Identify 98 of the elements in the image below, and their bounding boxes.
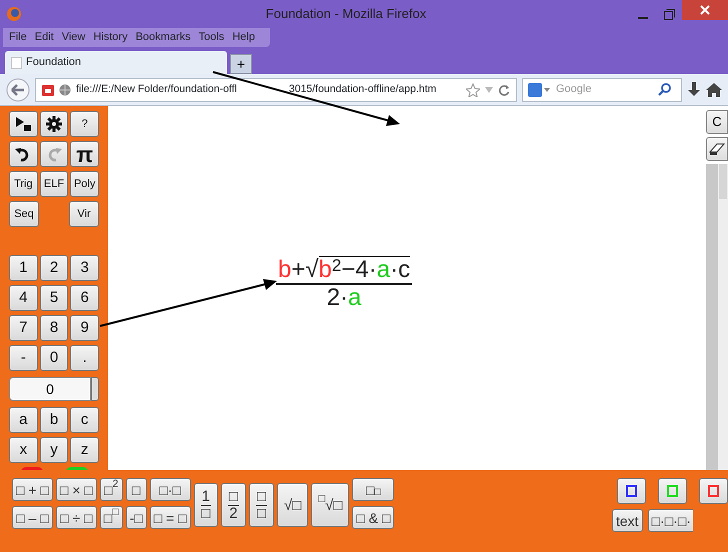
scrollbar[interactable]: [706, 164, 728, 470]
download-icon[interactable]: [687, 82, 701, 98]
menu-item[interactable]: Bookmarks: [136, 29, 191, 46]
restore-icon: [664, 8, 674, 20]
firefox-icon: [6, 6, 22, 22]
template-button[interactable]: □ ÷ □: [56, 506, 97, 529]
settings-button[interactable]: [40, 111, 68, 137]
back-icon[interactable]: [6, 78, 30, 102]
address-field[interactable]: file:///E:/New Folder/foundation-offl 3015/foundation-offline/app.htm: [35, 78, 517, 102]
template-button[interactable]: □ × □: [56, 478, 97, 501]
lock-icon: [42, 83, 54, 96]
pi-button[interactable]: π: [70, 141, 100, 167]
template-button[interactable]: □ & □: [352, 506, 394, 529]
run-icon: [15, 116, 32, 132]
keypad-key[interactable]: .: [70, 345, 100, 371]
formula-variable: b: [278, 257, 292, 284]
field-handle[interactable]: [91, 377, 99, 401]
variable-key[interactable]: b: [40, 407, 68, 433]
new-tab-button[interactable]: +: [230, 54, 252, 74]
formula-exponent: 2: [332, 257, 342, 276]
keypad-key[interactable]: 7: [9, 315, 38, 341]
template-button[interactable]: □: [126, 478, 147, 501]
formula-variable: b: [318, 257, 332, 284]
radical-sign: √: [305, 257, 319, 284]
keypad-key[interactable]: 1: [9, 255, 38, 281]
root-button[interactable]: $^{□}$√□: [311, 483, 350, 527]
search-icon[interactable]: [658, 83, 671, 96]
keypad-key[interactable]: 8: [40, 315, 68, 341]
tool-button[interactable]: ?: [70, 111, 100, 137]
text-button[interactable]: text: [612, 509, 643, 532]
menu-item[interactable]: History: [93, 29, 128, 46]
eraser-button[interactable]: [706, 137, 728, 161]
color-button[interactable]: [699, 478, 728, 504]
template-button[interactable]: □·□: [150, 478, 191, 501]
template-button[interactable]: □ – □: [12, 506, 53, 529]
keypad-key[interactable]: 6: [70, 285, 100, 311]
tool-button[interactable]: Seq: [9, 201, 39, 227]
window-title: Foundation - Mozilla Firefox: [264, 5, 428, 24]
menu-item[interactable]: Help: [232, 29, 255, 46]
close-icon: [700, 5, 710, 15]
formula-variable: a: [348, 285, 362, 312]
search-bar[interactable]: Google: [522, 78, 682, 102]
keypad-key[interactable]: 3: [70, 255, 100, 281]
formula-text: +: [291, 257, 306, 284]
search-engine-icon[interactable]: [528, 82, 550, 96]
menu-item[interactable]: Edit: [34, 29, 54, 46]
star-icon[interactable]: [466, 82, 480, 96]
template-button[interactable]: □$^{2}$: [100, 478, 123, 501]
reload-icon[interactable]: [498, 84, 510, 96]
browser-tab[interactable]: Foundation: [5, 51, 227, 74]
keypad-key[interactable]: 2: [40, 255, 68, 281]
color-button[interactable]: [617, 478, 646, 504]
close-button[interactable]: [682, 0, 728, 20]
variable-key[interactable]: c: [70, 407, 100, 433]
minimize-icon: [638, 17, 648, 19]
keypad-key[interactable]: 5: [40, 285, 68, 311]
variable-key[interactable]: y: [40, 437, 68, 463]
variable-key[interactable]: x: [9, 437, 38, 463]
globe-icon: [59, 84, 71, 96]
settings-icon: [46, 116, 62, 132]
keypad-key[interactable]: 0: [40, 345, 68, 371]
fraction-button[interactable]: 1 □: [194, 483, 218, 527]
template-button[interactable]: □ = □: [150, 506, 191, 529]
tool-button[interactable]: Poly: [70, 171, 100, 197]
keypad-key[interactable]: 4: [9, 285, 38, 311]
tool-button[interactable]: Vir: [69, 201, 99, 227]
undo-button[interactable]: [9, 141, 38, 167]
template-button[interactable]: □$_{□}$: [352, 478, 394, 501]
menu-item[interactable]: File: [9, 29, 27, 46]
fraction-button[interactable]: □ 2: [220, 483, 246, 527]
keypad-key[interactable]: -: [9, 345, 38, 371]
variable-key[interactable]: z: [70, 437, 100, 463]
tool-button[interactable]: ELF: [40, 171, 68, 197]
formula-text: ·c: [390, 257, 410, 284]
clear-button[interactable]: C: [706, 110, 728, 134]
page-icon: [11, 56, 22, 68]
template-button[interactable]: □ + □: [12, 478, 53, 501]
formula-text: 2·: [326, 285, 348, 312]
root-button[interactable]: √□: [277, 483, 308, 527]
formula-variable: a: [376, 257, 390, 284]
template-button[interactable]: □$^{□}$: [100, 506, 123, 529]
eraser-icon: [709, 142, 725, 156]
color-button[interactable]: [658, 478, 687, 504]
fraction-button[interactable]: □ □: [248, 483, 274, 527]
keypad-key[interactable]: 9: [70, 315, 100, 341]
variable-key[interactable]: a: [9, 407, 38, 433]
redo-icon: [46, 146, 62, 162]
template-button[interactable]: □·□·□·: [648, 509, 693, 532]
menu-item[interactable]: Tools: [198, 29, 224, 46]
number-field[interactable]: 0: [9, 377, 91, 401]
formula-text: −4·: [341, 257, 377, 284]
url-text: 3015/foundation-offline/app.htm: [288, 82, 436, 97]
template-button[interactable]: -□: [126, 506, 147, 529]
home-icon[interactable]: [706, 82, 722, 98]
run-button[interactable]: [9, 111, 38, 137]
url-text: file:///E:/New Folder/foundation-offl: [76, 82, 237, 97]
menu-item[interactable]: View: [62, 29, 86, 46]
tool-button[interactable]: Trig: [9, 171, 38, 197]
